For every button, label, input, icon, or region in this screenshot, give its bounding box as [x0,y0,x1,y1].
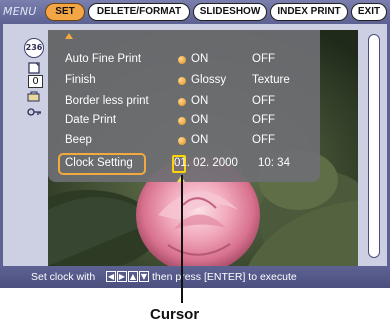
setting-label: Clock Setting [65,157,133,169]
clock-time[interactable]: 10: 34 [258,157,290,169]
arrow-left-icon: ◀ [106,271,116,282]
selected-dot-icon [178,77,186,85]
setting-row-finish[interactable]: Finish Glossy Texture [48,73,320,91]
selected-dot-icon [178,137,186,145]
tab-index-print[interactable]: INDEX PRINT [270,3,348,21]
status-bar: Set clock with ◀ ▶ ▲ ▼ then press [ENTER… [0,266,390,288]
option-on[interactable]: ON [191,114,208,126]
menu-label: MENU [3,5,37,18]
setting-row-clock[interactable]: Clock Setting 01. 02. 2000 10: 34 [48,153,320,175]
status-prefix: Set clock with [31,271,96,283]
clock-date-rest[interactable]: . 02. 2000 [187,157,238,169]
settings-panel: Auto Fine Print ON OFF Finish Glossy Tex… [48,30,320,182]
selected-dot-icon [178,56,186,64]
selected-dot-icon [178,98,186,106]
setting-label: Finish [65,74,96,86]
setting-row-borderless-print[interactable]: Border less print ON OFF [48,94,320,112]
setting-row-beep[interactable]: Beep ON OFF [48,133,320,151]
clock-day[interactable]: 01 [174,157,187,169]
scroll-up-indicator-icon [65,33,73,39]
option-glossy[interactable]: Glossy [191,74,226,86]
setting-row-auto-fine-print[interactable]: Auto Fine Print ON OFF [48,52,320,70]
tab-delete-format[interactable]: DELETE/FORMAT [88,3,190,21]
option-off[interactable]: OFF [252,134,275,146]
setting-label: Border less print [65,95,149,107]
tab-exit[interactable]: EXIT [351,3,387,21]
tab-set[interactable]: SET [45,3,85,21]
callout-line [181,175,183,303]
option-on[interactable]: ON [191,53,208,65]
cursor-callout-label: Cursor [150,306,200,323]
arrow-keys-icon: ◀ ▶ ▲ ▼ [106,271,149,283]
option-on[interactable]: ON [191,95,208,107]
arrow-down-icon: ▼ [139,271,149,282]
clock-date[interactable]: 01. 02. 2000 [174,157,238,169]
arrow-up-icon: ▲ [128,271,138,282]
option-off[interactable]: OFF [252,95,275,107]
menu-bar: MENU SET DELETE/FORMAT SLIDESHOW INDEX P… [0,0,390,24]
option-off[interactable]: OFF [252,53,275,65]
option-off[interactable]: OFF [252,114,275,126]
option-on[interactable]: ON [191,134,208,146]
setting-label: Auto Fine Print [65,53,142,65]
tab-slideshow[interactable]: SLIDESHOW [193,3,267,21]
scrollbar[interactable] [368,34,380,258]
setting-label: Beep [65,134,92,146]
option-texture[interactable]: Texture [252,74,290,86]
arrow-right-icon: ▶ [117,271,127,282]
setting-row-date-print[interactable]: Date Print ON OFF [48,113,320,131]
setting-label: Date Print [65,114,117,126]
selected-dot-icon [178,117,186,125]
status-suffix: then press [ENTER] to execute [152,271,297,283]
